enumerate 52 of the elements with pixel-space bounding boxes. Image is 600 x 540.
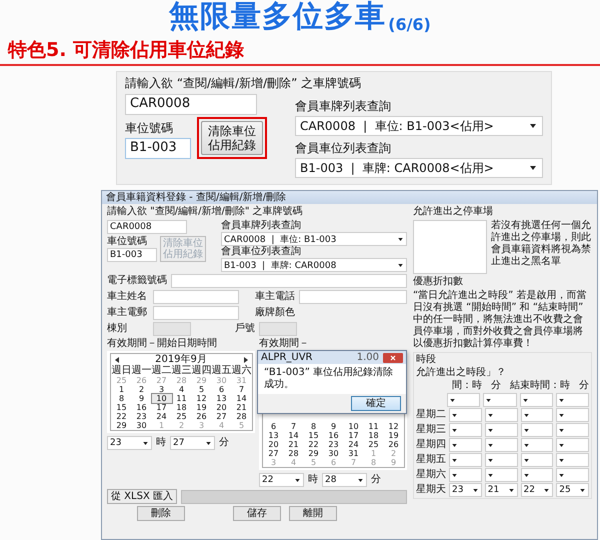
page-counter: (6/6)	[388, 15, 431, 36]
weekday-label: 週一	[132, 365, 152, 376]
day-label: 星期六	[416, 469, 446, 481]
space-list-label: 會員車位列表查詢	[221, 246, 302, 258]
unit-label: 戶號	[235, 323, 255, 335]
column-header: 分	[579, 380, 589, 392]
date-group-label: 有效期間－開始日期時間	[107, 338, 218, 350]
column-header: 分	[491, 380, 501, 392]
weekday-label: 週日	[112, 365, 132, 376]
day-label: 星期四	[416, 439, 446, 451]
schedule-title: 時段	[416, 354, 437, 366]
slide-title: 無限量多位多車	[169, 0, 386, 36]
discount-note: “當日允許進出之時段” 若是啟用，而當日沒有挑選 “開始時間” 和 “結束時間” 中的任一時間，將無法進出不收費之會員停車場，而對外收費之會員停車場將以優惠折扣數計算停車費！	[413, 290, 588, 350]
weekday-label: 週六	[232, 365, 252, 376]
color-label: 廠牌顏色	[255, 307, 295, 319]
minute-unit: 分	[219, 437, 229, 449]
day-label: 星期五	[416, 454, 446, 466]
day-label: 星期三	[416, 424, 446, 436]
column-header: 間：時	[452, 380, 482, 392]
weekday-label: 週四	[192, 365, 212, 376]
dialog-message: “B1-003” 車位佔用紀錄清除成功。	[263, 366, 394, 392]
prompt-label: 請輸入欲 "查閱/編輯/新增/刪除" 之車牌號碼	[107, 206, 304, 218]
parking-note: 若沒有挑選任何一個允許進出之停車場，則此會員車籍資料將視為禁止進出之黑名單	[491, 220, 592, 269]
hour-unit: 時	[308, 474, 318, 486]
plate-list-label: 會員車牌列表查詢	[295, 98, 392, 115]
email-label: 車主電郵	[107, 307, 148, 319]
minute-unit: 分	[371, 474, 381, 486]
dialog-title: ALPR_UVR	[261, 352, 312, 363]
window-title: 會員車籍資料登錄 - 查閱/編輯/新增/刪除	[106, 192, 286, 204]
month-title: 2019年9月	[155, 354, 207, 365]
parking-label: 允許進出之停車場	[413, 206, 494, 218]
discount-label: 優惠折扣數	[413, 276, 464, 288]
day-label: 星期二	[416, 409, 446, 421]
hour-unit: 時	[156, 437, 166, 449]
version-label: 1.00	[356, 352, 379, 363]
phone-label: 車主電話	[255, 291, 295, 303]
building-label: 棟別	[107, 323, 128, 335]
space-label: 車位號碼	[125, 120, 174, 137]
weekday-label: 週三	[172, 365, 192, 376]
space-label: 車位號碼	[107, 236, 148, 248]
date-group-label: 有效期間－	[259, 338, 310, 350]
day-label: 星期天	[416, 484, 446, 496]
slide-heading: 特色5. 可清除佔用車位紀錄	[8, 39, 244, 61]
plate-list-label: 會員車牌列表查詢	[221, 220, 302, 232]
prompt-label: 請輸入欲 “查閱/編輯/新增/刪除” 之車牌號碼	[125, 75, 362, 92]
schedule-question: 允許進出之時段」？	[416, 367, 507, 379]
weekday-label: 週二	[152, 365, 172, 376]
weekday-label: 週五	[212, 365, 232, 376]
space-list-label: 會員車位列表查詢	[295, 140, 392, 157]
name-label: 車主姓名	[107, 291, 148, 303]
column-header: 結束時間：時	[510, 380, 570, 392]
tag-label: 電子標籤號碼	[107, 275, 167, 287]
